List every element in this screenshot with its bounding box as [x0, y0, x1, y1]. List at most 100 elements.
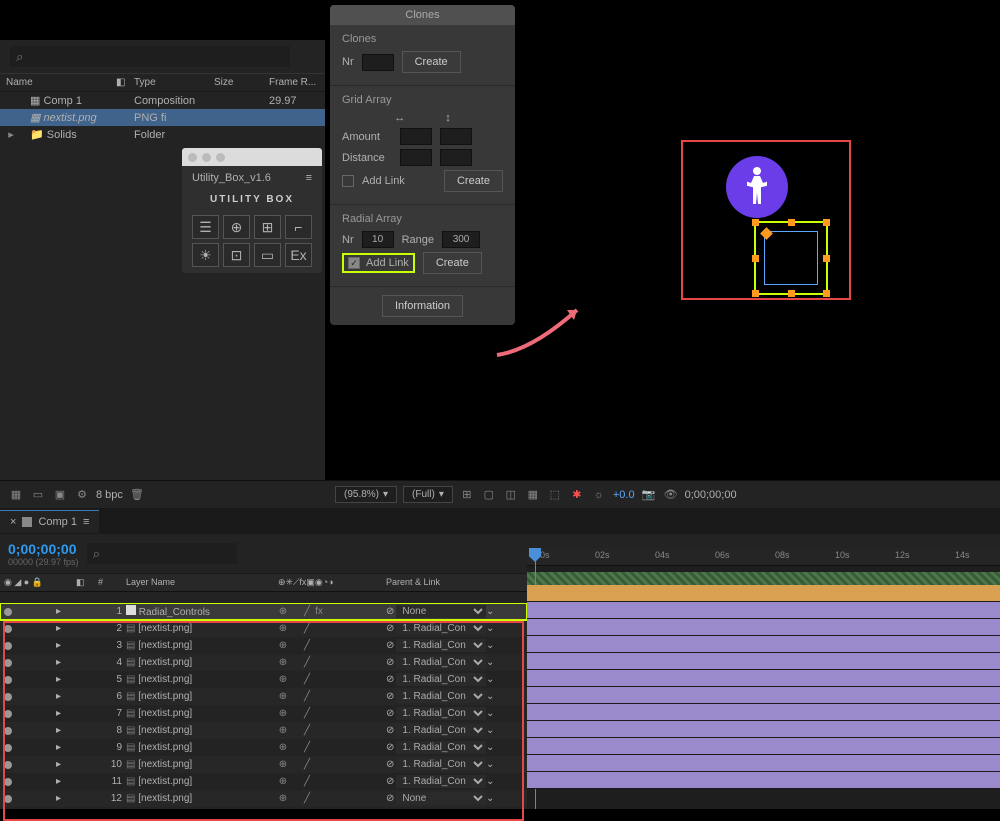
trash-icon[interactable]: 🗑	[129, 488, 145, 502]
grid-dist-x[interactable]	[400, 149, 432, 166]
timecode[interactable]: 0;00;00;00	[8, 541, 79, 557]
resolution-dropdown[interactable]: (Full)▾	[403, 486, 453, 503]
folder-icon[interactable]: ▭	[30, 488, 46, 502]
utility-tool-button[interactable]: ☰	[192, 215, 219, 239]
color-mgmt-icon[interactable]: ✱	[569, 488, 585, 502]
project-search[interactable]	[10, 46, 290, 67]
grid-amount-x[interactable]	[400, 128, 432, 145]
parent-dropdown[interactable]: None	[396, 792, 486, 805]
parent-dropdown[interactable]: 1. Radial_Con	[396, 707, 486, 720]
exposure-value[interactable]: +0.0	[613, 489, 635, 501]
layer-row[interactable]: ▸ 1 Radial_Controls ⊕╱fx ⊘None ⌄	[0, 603, 527, 620]
layer-row[interactable]: ▸ 4 ▤ [nextist.png] ⊕╱ ⊘1. Radial_Con ⌄	[0, 654, 527, 671]
layer-bar[interactable]	[527, 602, 1000, 619]
3d-icon[interactable]: ⬚	[547, 488, 563, 502]
parent-dropdown[interactable]: 1. Radial_Con	[396, 758, 486, 771]
information-button[interactable]: Information	[382, 295, 463, 317]
distance-label: Distance	[342, 152, 392, 164]
layer-bar[interactable]	[527, 772, 1000, 789]
footer-bar: ▦ ▭ ▣ ⚙ 8 bpc 🗑 (95.8%)▾ (Full)▾ ⊞ ▢ ◫ ▦…	[0, 480, 1000, 508]
radial-range-input[interactable]	[442, 231, 480, 248]
parent-dropdown[interactable]: 1. Radial_Con	[396, 775, 486, 788]
layer-row[interactable]: ▸ 12 ▤ [nextist.png] ⊕╱ ⊘None ⌄	[0, 790, 527, 807]
layer-row[interactable]: ▸ 8 ▤ [nextist.png] ⊕╱ ⊘1. Radial_Con ⌄	[0, 722, 527, 739]
utility-tool-button[interactable]: ☀	[192, 243, 219, 267]
layer-bar[interactable]	[527, 653, 1000, 670]
utility-tool-button[interactable]: ⊕	[223, 215, 250, 239]
nr-label: Nr	[342, 56, 354, 68]
parent-dropdown[interactable]: 1. Radial_Con	[396, 673, 486, 686]
close-icon[interactable]: ×	[10, 516, 16, 528]
clones-create-button[interactable]: Create	[402, 51, 461, 73]
time-ruler-area[interactable]: 00s02s04s06s08s10s12s14s	[527, 548, 1000, 809]
timeline-search[interactable]	[87, 543, 237, 564]
layer-row[interactable]: ▸ 9 ▤ [nextist.png] ⊕╱ ⊘1. Radial_Con ⌄	[0, 739, 527, 756]
parent-dropdown[interactable]: 1. Radial_Con	[396, 741, 486, 754]
utility-tool-button[interactable]: ⊞	[254, 215, 281, 239]
utility-tool-button[interactable]: ▭	[254, 243, 281, 267]
layer-bar[interactable]	[527, 738, 1000, 755]
parent-dropdown[interactable]: 1. Radial_Con	[396, 639, 486, 652]
utility-tool-button[interactable]: ⊡	[223, 243, 250, 267]
radial-create-button[interactable]: Create	[423, 252, 482, 274]
label-icon[interactable]: ◧	[116, 77, 134, 88]
utility-box-panel: Utility_Box_v1.6≡ UTILITY BOX ☰⊕⊞⌐☀⊡▭Ex	[182, 148, 322, 273]
comp-icon[interactable]: ▣	[52, 488, 68, 502]
transparency-icon[interactable]: ▦	[525, 488, 541, 502]
parent-dropdown[interactable]: None	[396, 605, 486, 618]
project-item[interactable]: ▦ nextist.pngPNG fi	[0, 109, 325, 126]
show-snapshot-icon[interactable]: 👁	[663, 488, 679, 502]
layer-bar[interactable]	[527, 585, 1000, 602]
layer-row[interactable]: ▸ 5 ▤ [nextist.png] ⊕╱ ⊘1. Radial_Con ⌄	[0, 671, 527, 688]
preview-time[interactable]: 0;00;00;00	[685, 489, 737, 501]
clones-panel: Clones Clones Nr Create Grid Array ↔ ↕ A…	[330, 5, 515, 325]
grid-create-button[interactable]: Create	[444, 170, 503, 192]
project-item[interactable]: ▸📁 SolidsFolder	[0, 126, 325, 143]
ruler-tick: 08s	[775, 550, 790, 560]
parent-dropdown[interactable]: 1. Radial_Con	[396, 690, 486, 703]
annotation-transform-box	[754, 221, 828, 295]
utility-tool-button[interactable]: Ex	[285, 243, 312, 267]
ruler-tick: 14s	[955, 550, 970, 560]
parent-dropdown[interactable]: 1. Radial_Con	[396, 622, 486, 635]
ruler-tick: 04s	[655, 550, 670, 560]
layer-bar[interactable]	[527, 687, 1000, 704]
layer-row[interactable]: ▸ 10 ▤ [nextist.png] ⊕╱ ⊘1. Radial_Con ⌄	[0, 756, 527, 773]
grid-guides-icon[interactable]: ⊞	[459, 488, 475, 502]
radial-nr-input[interactable]	[362, 231, 394, 248]
layer-row[interactable]: ▸ 7 ▤ [nextist.png] ⊕╱ ⊘1. Radial_Con ⌄	[0, 705, 527, 722]
snapshot-icon[interactable]: 📷	[641, 488, 657, 502]
roi-icon[interactable]: ◫	[503, 488, 519, 502]
utility-tool-button[interactable]: ⌐	[285, 215, 312, 239]
layer-bar[interactable]	[527, 619, 1000, 636]
bpc-label[interactable]: 8 bpc	[96, 489, 123, 501]
layer-row[interactable]: ▸ 3 ▤ [nextist.png] ⊕╱ ⊘1. Radial_Con ⌄	[0, 637, 527, 654]
grid-amount-y[interactable]	[440, 128, 472, 145]
layer-bar[interactable]	[527, 721, 1000, 738]
layer-row[interactable]: ▸ 6 ▤ [nextist.png] ⊕╱ ⊘1. Radial_Con ⌄	[0, 688, 527, 705]
reset-exposure-icon[interactable]: ☼	[591, 488, 607, 502]
mask-icon[interactable]: ▢	[481, 488, 497, 502]
parent-dropdown[interactable]: 1. Radial_Con	[396, 656, 486, 669]
timeline-tab-comp1[interactable]: × Comp 1 ≡	[0, 510, 99, 533]
layer-row[interactable]: ▸ 2 ▤ [nextist.png] ⊕╱ ⊘1. Radial_Con ⌄	[0, 620, 527, 637]
layer-bar[interactable]	[527, 704, 1000, 721]
zoom-dropdown[interactable]: (95.8%)▾	[335, 486, 397, 503]
grid-addlink-label: Add Link	[362, 175, 405, 187]
grid-addlink-checkbox[interactable]	[342, 175, 354, 187]
toggle-alpha-icon[interactable]: ▦	[8, 488, 24, 502]
project-item[interactable]: ▦ Comp 1Composition29.97	[0, 92, 325, 109]
settings-icon[interactable]: ⚙	[74, 488, 90, 502]
layer-bar[interactable]	[527, 636, 1000, 653]
grid-dist-y[interactable]	[440, 149, 472, 166]
menu-icon[interactable]: ≡	[306, 172, 312, 184]
layer-bar[interactable]	[527, 670, 1000, 687]
clones-panel-title: Clones	[330, 5, 515, 25]
parent-dropdown[interactable]: 1. Radial_Con	[396, 724, 486, 737]
clones-nr-input[interactable]	[362, 54, 394, 71]
layer-row[interactable]: ▸ 11 ▤ [nextist.png] ⊕╱ ⊘1. Radial_Con ⌄	[0, 773, 527, 790]
window-traffic-lights[interactable]	[182, 148, 322, 166]
menu-icon[interactable]: ≡	[83, 516, 89, 528]
layer-bar[interactable]	[527, 755, 1000, 772]
radial-addlink-checkbox[interactable]	[348, 257, 360, 269]
